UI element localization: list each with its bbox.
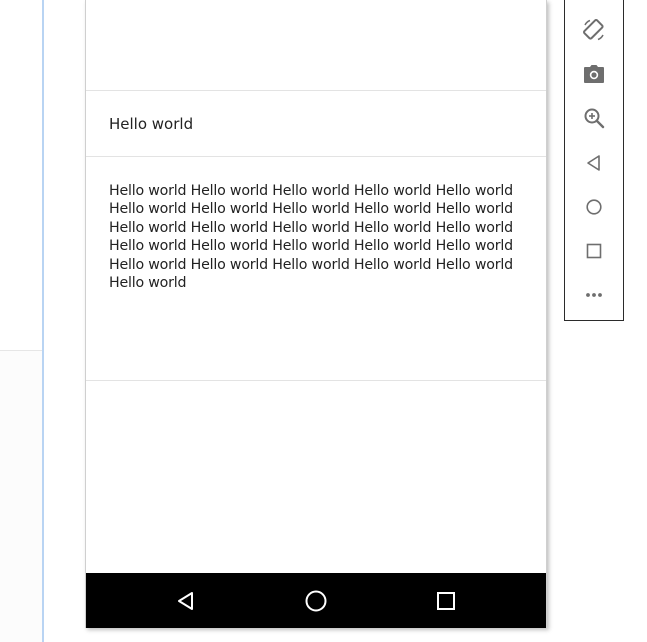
home-icon bbox=[586, 199, 602, 215]
rotate-icon bbox=[583, 19, 604, 41]
emulator-background bbox=[44, 0, 84, 642]
list-divider bbox=[86, 156, 546, 157]
square-overview-icon bbox=[437, 592, 455, 610]
triangle-back-icon bbox=[178, 592, 193, 610]
list-item-multiline[interactable]: Hello world Hello world Hello world Hell… bbox=[109, 182, 529, 292]
emulator-window: Hello world Hello world Hello world Hell… bbox=[0, 0, 647, 642]
overview-icon bbox=[586, 243, 602, 259]
toolbar-home-button[interactable] bbox=[579, 192, 609, 222]
device-navigation-bar bbox=[86, 573, 546, 628]
list-divider bbox=[86, 380, 546, 381]
rotate-button[interactable] bbox=[579, 15, 609, 45]
more-icon bbox=[586, 293, 602, 297]
emulator-toolbar bbox=[564, 0, 624, 321]
back-icon bbox=[587, 155, 600, 171]
circle-home-icon bbox=[305, 590, 327, 612]
camera-icon bbox=[584, 65, 604, 83]
list-divider bbox=[86, 90, 546, 91]
list-item-single[interactable]: Hello world bbox=[109, 115, 193, 133]
more-button[interactable] bbox=[579, 280, 609, 310]
zoom-in-icon bbox=[584, 108, 605, 129]
toolbar-back-button[interactable] bbox=[579, 148, 609, 178]
ide-left-lower-pane bbox=[0, 351, 42, 642]
zoom-button[interactable] bbox=[579, 103, 609, 133]
nav-overview-button[interactable] bbox=[432, 587, 460, 615]
device-screen[interactable]: Hello world Hello world Hello world Hell… bbox=[85, 0, 547, 628]
screenshot-button[interactable] bbox=[579, 59, 609, 89]
nav-back-button[interactable] bbox=[172, 587, 200, 615]
toolbar-overview-button[interactable] bbox=[579, 236, 609, 266]
nav-home-button[interactable] bbox=[302, 587, 330, 615]
